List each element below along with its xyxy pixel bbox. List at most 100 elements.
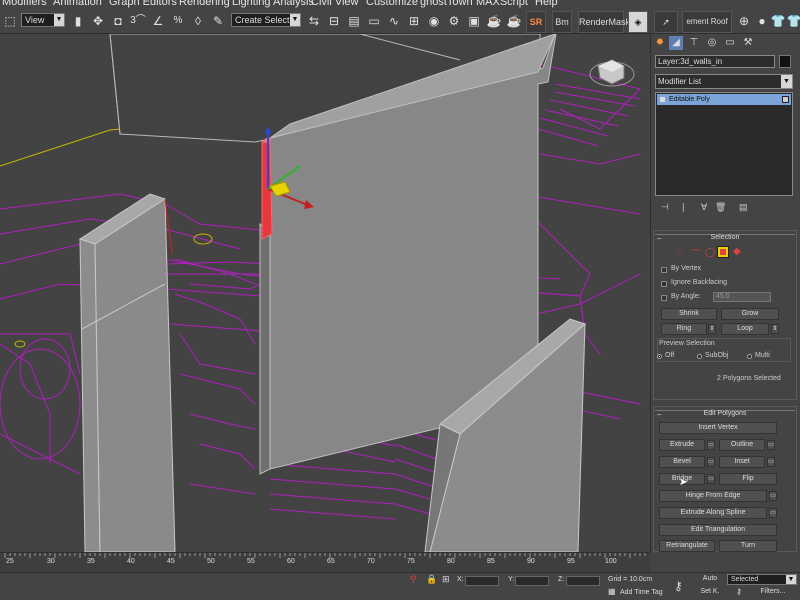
shirt-icon[interactable]: 👕: [770, 13, 786, 29]
loop-spinner[interactable]: ⇕: [771, 324, 779, 334]
utilities-tab-icon[interactable]: ⚒: [741, 36, 755, 50]
menu-lighting-analysis[interactable]: Lighting Analysis: [232, 0, 314, 8]
named-set-field[interactable]: ement Roof Sc: [682, 11, 732, 33]
menu-ghosttown[interactable]: ghostTown: [420, 0, 473, 8]
perspective-viewport[interactable]: [0, 34, 650, 552]
render-iterative-icon[interactable]: ☕: [506, 13, 522, 29]
ghosttown-icon[interactable]: ◈: [628, 11, 648, 33]
display-tab-icon[interactable]: ▭: [723, 36, 737, 50]
object-color-swatch[interactable]: [779, 55, 791, 68]
create-tab-icon[interactable]: ✹: [653, 36, 667, 50]
menu-graph-editors[interactable]: Graph Editors: [109, 0, 177, 8]
absolute-mode-icon[interactable]: ⊞: [442, 574, 450, 585]
motion-tab-icon[interactable]: ◎: [705, 36, 719, 50]
select-manipulate-icon[interactable]: ◘: [110, 13, 126, 29]
ignore-backfacing-checkbox[interactable]: [661, 281, 667, 287]
set-key-button[interactable]: Set K.: [696, 587, 724, 598]
render-icon[interactable]: ☕: [486, 13, 502, 29]
render-setup-icon[interactable]: ⚙: [446, 13, 462, 29]
ribbon-icon[interactable]: ▭: [366, 13, 382, 29]
menu-customize[interactable]: Customize: [366, 0, 418, 8]
inset-settings-icon[interactable]: ▭: [767, 457, 775, 467]
sphere-icon[interactable]: ●: [754, 13, 770, 29]
menu-civil-view[interactable]: Civil View: [311, 0, 358, 8]
extrude-button[interactable]: Extrude: [659, 439, 705, 451]
y-coordinate-field[interactable]: [515, 576, 549, 586]
spinner-snap-icon[interactable]: ◊: [190, 13, 206, 29]
grow-button[interactable]: Grow: [721, 308, 779, 320]
add-time-tag-label[interactable]: Add Time Tag: [620, 589, 663, 596]
object-name-field[interactable]: Layer:3d_walls_in: [655, 55, 775, 68]
menu-rendering[interactable]: Rendering: [179, 0, 230, 8]
render-mask-button[interactable]: RenderMask: [578, 11, 630, 33]
rendered-frame-icon[interactable]: ▣: [466, 13, 482, 29]
hierarchy-icon[interactable]: ⊕: [736, 13, 752, 29]
turn-button[interactable]: Turn: [719, 540, 777, 552]
x-coordinate-field[interactable]: [465, 576, 499, 586]
by-angle-checkbox[interactable]: [661, 295, 667, 301]
bm-button[interactable]: Bm: [552, 11, 572, 33]
outline-button[interactable]: Outline: [719, 439, 765, 451]
bridge-settings-icon[interactable]: ▭: [707, 474, 715, 484]
outline-settings-icon[interactable]: ▭: [767, 440, 775, 450]
stack-item-toggle[interactable]: [782, 96, 789, 103]
reference-coordinate-combo[interactable]: View ▼: [21, 13, 65, 27]
key-filter-combo[interactable]: Selected ▼: [727, 574, 797, 585]
mirror-icon[interactable]: ⇆: [306, 13, 322, 29]
make-unique-icon[interactable]: ∀: [701, 202, 707, 213]
hinge-from-edge-button[interactable]: Hinge From Edge: [659, 490, 767, 502]
vertex-level-icon[interactable]: ∴: [677, 247, 683, 258]
bevel-button[interactable]: Bevel: [659, 456, 705, 468]
show-end-result-icon[interactable]: ∣: [681, 202, 686, 213]
menu-maxscript[interactable]: MAXScript: [476, 0, 528, 8]
key-filters-icon[interactable]: ⚷: [736, 587, 742, 596]
time-slider-track[interactable]: 25 30 35 40 45 50 55 60 65 70 75 80 85 9…: [0, 552, 650, 572]
filters-button[interactable]: Filters...: [750, 587, 796, 598]
by-angle-spinner[interactable]: 45.0: [713, 292, 771, 302]
cursor-tool-icon[interactable]: ➚: [654, 11, 678, 33]
ring-button[interactable]: Ring: [661, 323, 707, 335]
percent-snap-icon[interactable]: %: [170, 13, 186, 29]
menu-help[interactable]: Help: [535, 0, 558, 8]
edge-level-icon[interactable]: ⌒: [691, 247, 700, 260]
time-tag-icon[interactable]: ▦: [608, 587, 616, 596]
insert-vertex-button[interactable]: Insert Vertex: [659, 422, 777, 434]
pivot-icon[interactable]: ▮: [70, 13, 86, 29]
loop-button[interactable]: Loop: [721, 323, 769, 335]
expand-icon[interactable]: [660, 97, 665, 102]
extrude-along-spline-button[interactable]: Extrude Along Spline: [659, 507, 767, 519]
angle-snap-icon[interactable]: ∠: [150, 13, 166, 29]
ring-spinner[interactable]: ⇕: [708, 324, 716, 334]
material-editor-icon[interactable]: ◉: [426, 13, 442, 29]
move-gizmo-icon[interactable]: ✥: [90, 13, 106, 29]
isolate-icon[interactable]: ⚲: [410, 574, 417, 585]
shrink-button[interactable]: Shrink: [661, 308, 717, 320]
hierarchy-tab-icon[interactable]: ⊤: [687, 36, 701, 50]
extrude-spline-settings-icon[interactable]: ▭: [769, 508, 777, 518]
by-vertex-checkbox[interactable]: [661, 267, 667, 273]
modify-tab-icon[interactable]: ◢: [669, 36, 683, 50]
layer-manager-icon[interactable]: ▤: [346, 13, 362, 29]
configure-sets-icon[interactable]: ▤: [739, 202, 748, 213]
edit-named-selection-icon[interactable]: ✎: [210, 13, 226, 29]
lock-icon[interactable]: 🔒: [426, 574, 437, 585]
sr-button[interactable]: SR: [526, 11, 546, 33]
hinge-settings-icon[interactable]: ▭: [769, 491, 777, 501]
flip-button[interactable]: Flip: [719, 473, 777, 485]
curve-editor-icon[interactable]: ∿: [386, 13, 402, 29]
modifier-list-dropdown[interactable]: Modifier List ▼: [655, 74, 793, 89]
select-region-icon[interactable]: ⬚: [2, 13, 18, 29]
extrude-settings-icon[interactable]: ▭: [707, 440, 715, 450]
preview-off-radio[interactable]: [657, 354, 662, 359]
named-selection-combo[interactable]: Create Selection Se ▼: [231, 13, 301, 27]
remove-modifier-icon[interactable]: 🗑: [715, 202, 726, 213]
edit-triangulation-button[interactable]: Edit Triangulation: [659, 524, 777, 536]
z-coordinate-field[interactable]: [566, 576, 600, 586]
polygon-level-icon[interactable]: [717, 246, 729, 258]
preview-multi-radio[interactable]: [747, 354, 752, 359]
shirt-alt-icon[interactable]: 👕: [786, 13, 800, 29]
stack-item-editable-poly[interactable]: Editable Poly: [657, 94, 791, 105]
bevel-settings-icon[interactable]: ▭: [707, 457, 715, 467]
edit-polygons-rollout-header[interactable]: – Edit Polygons: [655, 410, 795, 419]
align-icon[interactable]: ⊟: [326, 13, 342, 29]
